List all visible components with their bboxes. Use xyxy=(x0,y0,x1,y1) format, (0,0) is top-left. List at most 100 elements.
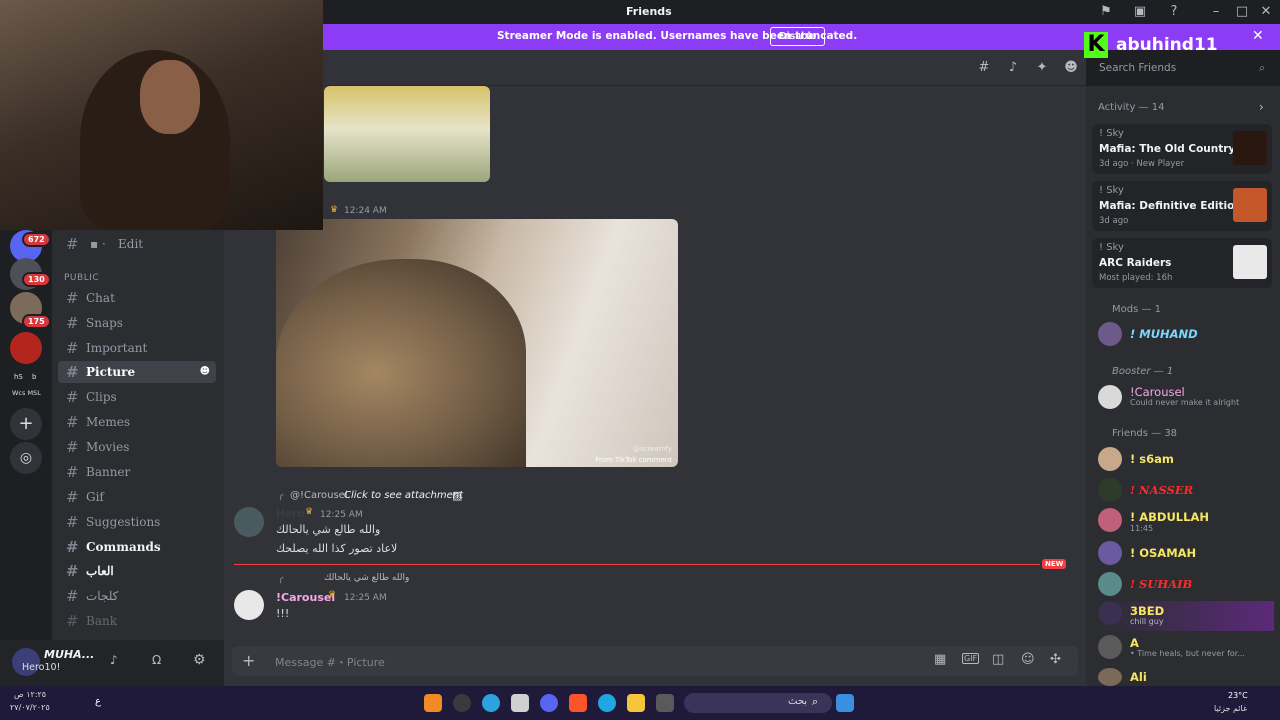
clock-time[interactable]: ١٢:٢٥ ص xyxy=(14,690,46,699)
member-row[interactable]: ! SUHAIB xyxy=(1098,572,1274,598)
screen-share-icon[interactable]: ▣ xyxy=(1132,4,1148,20)
file-explorer-icon[interactable] xyxy=(627,694,645,712)
message-author[interactable]: !Carousel xyxy=(276,591,335,604)
server-label[interactable]: b xyxy=(32,373,36,381)
inbox-icon[interactable]: ⚑ xyxy=(1098,4,1114,20)
channel-clips[interactable]: # Clips xyxy=(58,386,216,408)
activity-card[interactable]: ! Sky Mafia: The Old Country 3d ago · Ne… xyxy=(1092,124,1272,174)
channel-snaps[interactable]: # Snaps xyxy=(58,312,216,334)
channel-chat[interactable]: # Chat xyxy=(58,287,216,309)
message-composer[interactable]: + Message #・Picture ▦ GIF ◫ ☺ ✣ xyxy=(232,646,1078,676)
server-label[interactable]: hS xyxy=(14,373,23,381)
unread-badge: 672 xyxy=(22,232,51,247)
temperature[interactable]: 23°C xyxy=(1228,691,1248,700)
user-name[interactable]: MUHA... xyxy=(44,648,94,661)
streamer-brand: Kabuhind11 xyxy=(1084,32,1218,60)
member-row[interactable]: ! ABDULLAH 11:45 xyxy=(1098,508,1274,534)
microphone-icon[interactable]: ♪ xyxy=(110,653,118,667)
channel-suggestions[interactable]: # Suggestions xyxy=(58,511,216,533)
edge-icon[interactable] xyxy=(598,694,616,712)
reply-ref-text[interactable]: Click to see attachment xyxy=(344,490,463,501)
hash-icon: # xyxy=(66,388,79,406)
member-row[interactable]: ! MUHAND xyxy=(1098,322,1274,348)
avatar[interactable] xyxy=(234,507,264,537)
hash-icon: # xyxy=(66,438,79,456)
gif-icon[interactable]: GIF xyxy=(962,653,980,664)
search-input[interactable]: Search Friends ⌕ xyxy=(1093,57,1271,79)
channel-bank[interactable]: # Bank xyxy=(58,610,216,632)
server-label[interactable]: Wcs MSL xyxy=(12,389,41,397)
gear-icon[interactable]: ⚙ xyxy=(193,652,206,668)
channel-commands[interactable]: # Commands xyxy=(58,536,216,558)
member-sub: 11:45 xyxy=(1130,524,1154,533)
activity-sub: 3d ago · New Player xyxy=(1099,159,1185,169)
channel-picture[interactable]: # Picture ☻ xyxy=(58,361,216,383)
channel-klijat[interactable]: # كلجات xyxy=(58,585,216,607)
channel-gif[interactable]: # Gif xyxy=(58,486,216,508)
activity-card[interactable]: ! Sky Mafia: Definitive Edition 3d ago xyxy=(1092,181,1272,231)
member-row[interactable]: !Carousel Could never make it alright xyxy=(1098,385,1274,411)
brave-icon[interactable] xyxy=(569,694,587,712)
pin-icon[interactable]: ✦ xyxy=(1034,60,1050,76)
message-author[interactable]: Hero xyxy=(276,508,304,520)
weather-text[interactable]: غائم جزئيا xyxy=(1214,704,1247,713)
minimize-icon[interactable]: – xyxy=(1208,4,1224,20)
activity-user: ! Sky xyxy=(1099,128,1124,139)
headphones-icon[interactable]: Ω xyxy=(152,653,161,667)
channel-edit[interactable]: # ▪ · Edit xyxy=(58,233,216,255)
member-row[interactable]: 3BED chill guy xyxy=(1098,601,1274,631)
reply-ref-user[interactable]: @!Carousel xyxy=(290,490,348,501)
member-row[interactable]: ! NASSER xyxy=(1098,478,1274,504)
activity-game: ARC Raiders xyxy=(1099,257,1172,269)
vlc-icon[interactable] xyxy=(424,694,442,712)
sticker-icon[interactable]: ◫ xyxy=(992,652,1004,667)
activity-card[interactable]: ! Sky ARC Raiders Most played: 16h xyxy=(1092,238,1272,288)
game-art xyxy=(1233,188,1267,222)
clock-date[interactable]: ٢٧/٠٧/٢٠٢٥ xyxy=(10,703,50,712)
server-icon[interactable] xyxy=(10,332,42,364)
video-attachment[interactable]: @screamfy From TikTok comment xyxy=(276,219,678,467)
search-box[interactable]: بحث ⌕ xyxy=(684,693,832,713)
obs-icon[interactable] xyxy=(453,694,471,712)
gift-icon[interactable]: ▦ xyxy=(934,652,946,667)
app-icon[interactable] xyxy=(511,694,529,712)
add-attachment-icon[interactable]: + xyxy=(242,651,255,670)
notification-bell-icon[interactable]: ♪ xyxy=(1005,60,1021,76)
channel-movies[interactable]: # Movies xyxy=(58,436,216,458)
channel-memes[interactable]: # Memes xyxy=(58,411,216,433)
channel-games[interactable]: # العاب xyxy=(58,560,216,582)
channel-label: Snaps xyxy=(86,316,123,330)
emoji-icon[interactable]: ☺ xyxy=(1021,652,1035,667)
close-icon[interactable]: ✕ xyxy=(1252,28,1264,44)
channel-banner[interactable]: # Banner xyxy=(58,461,216,483)
avatar xyxy=(1098,322,1122,346)
member-list-icon[interactable]: ☻ xyxy=(1063,60,1079,76)
app-icon[interactable] xyxy=(656,694,674,712)
reply-ref-text[interactable]: والله طالع شي يالحالك xyxy=(324,573,409,583)
discord-icon[interactable] xyxy=(540,694,558,712)
member-row[interactable]: Ali xyxy=(1098,668,1274,686)
language-indicator[interactable]: ع xyxy=(95,696,101,707)
add-server-icon[interactable]: + xyxy=(10,408,42,440)
threads-icon[interactable]: # xyxy=(976,60,992,76)
channel-important[interactable]: # Important xyxy=(58,337,216,359)
maximize-icon[interactable]: □ xyxy=(1234,4,1250,20)
apps-icon[interactable]: ✣ xyxy=(1050,652,1061,667)
category-public[interactable]: PUBLIC xyxy=(64,273,99,283)
member-row[interactable]: ! s6am xyxy=(1098,447,1274,473)
channel-label: Memes xyxy=(86,415,131,429)
start-icon[interactable] xyxy=(836,694,854,712)
member-row[interactable]: A • Time heals, but never for... xyxy=(1098,635,1274,661)
avatar xyxy=(1098,385,1122,409)
crown-icon: ♛ xyxy=(305,507,314,517)
explore-icon[interactable]: ◎ xyxy=(10,442,42,474)
help-icon[interactable]: ? xyxy=(1166,4,1182,20)
close-window-icon[interactable]: ✕ xyxy=(1258,4,1274,20)
chevron-right-icon[interactable]: › xyxy=(1259,100,1264,114)
disable-streamer-mode-button[interactable]: Disable xyxy=(770,27,826,46)
invite-icon[interactable]: ☻ xyxy=(200,361,210,383)
avatar[interactable] xyxy=(234,590,264,620)
image-attachment[interactable] xyxy=(324,86,490,182)
telegram-icon[interactable] xyxy=(482,694,500,712)
member-row[interactable]: ! OSAMAH xyxy=(1098,541,1274,567)
